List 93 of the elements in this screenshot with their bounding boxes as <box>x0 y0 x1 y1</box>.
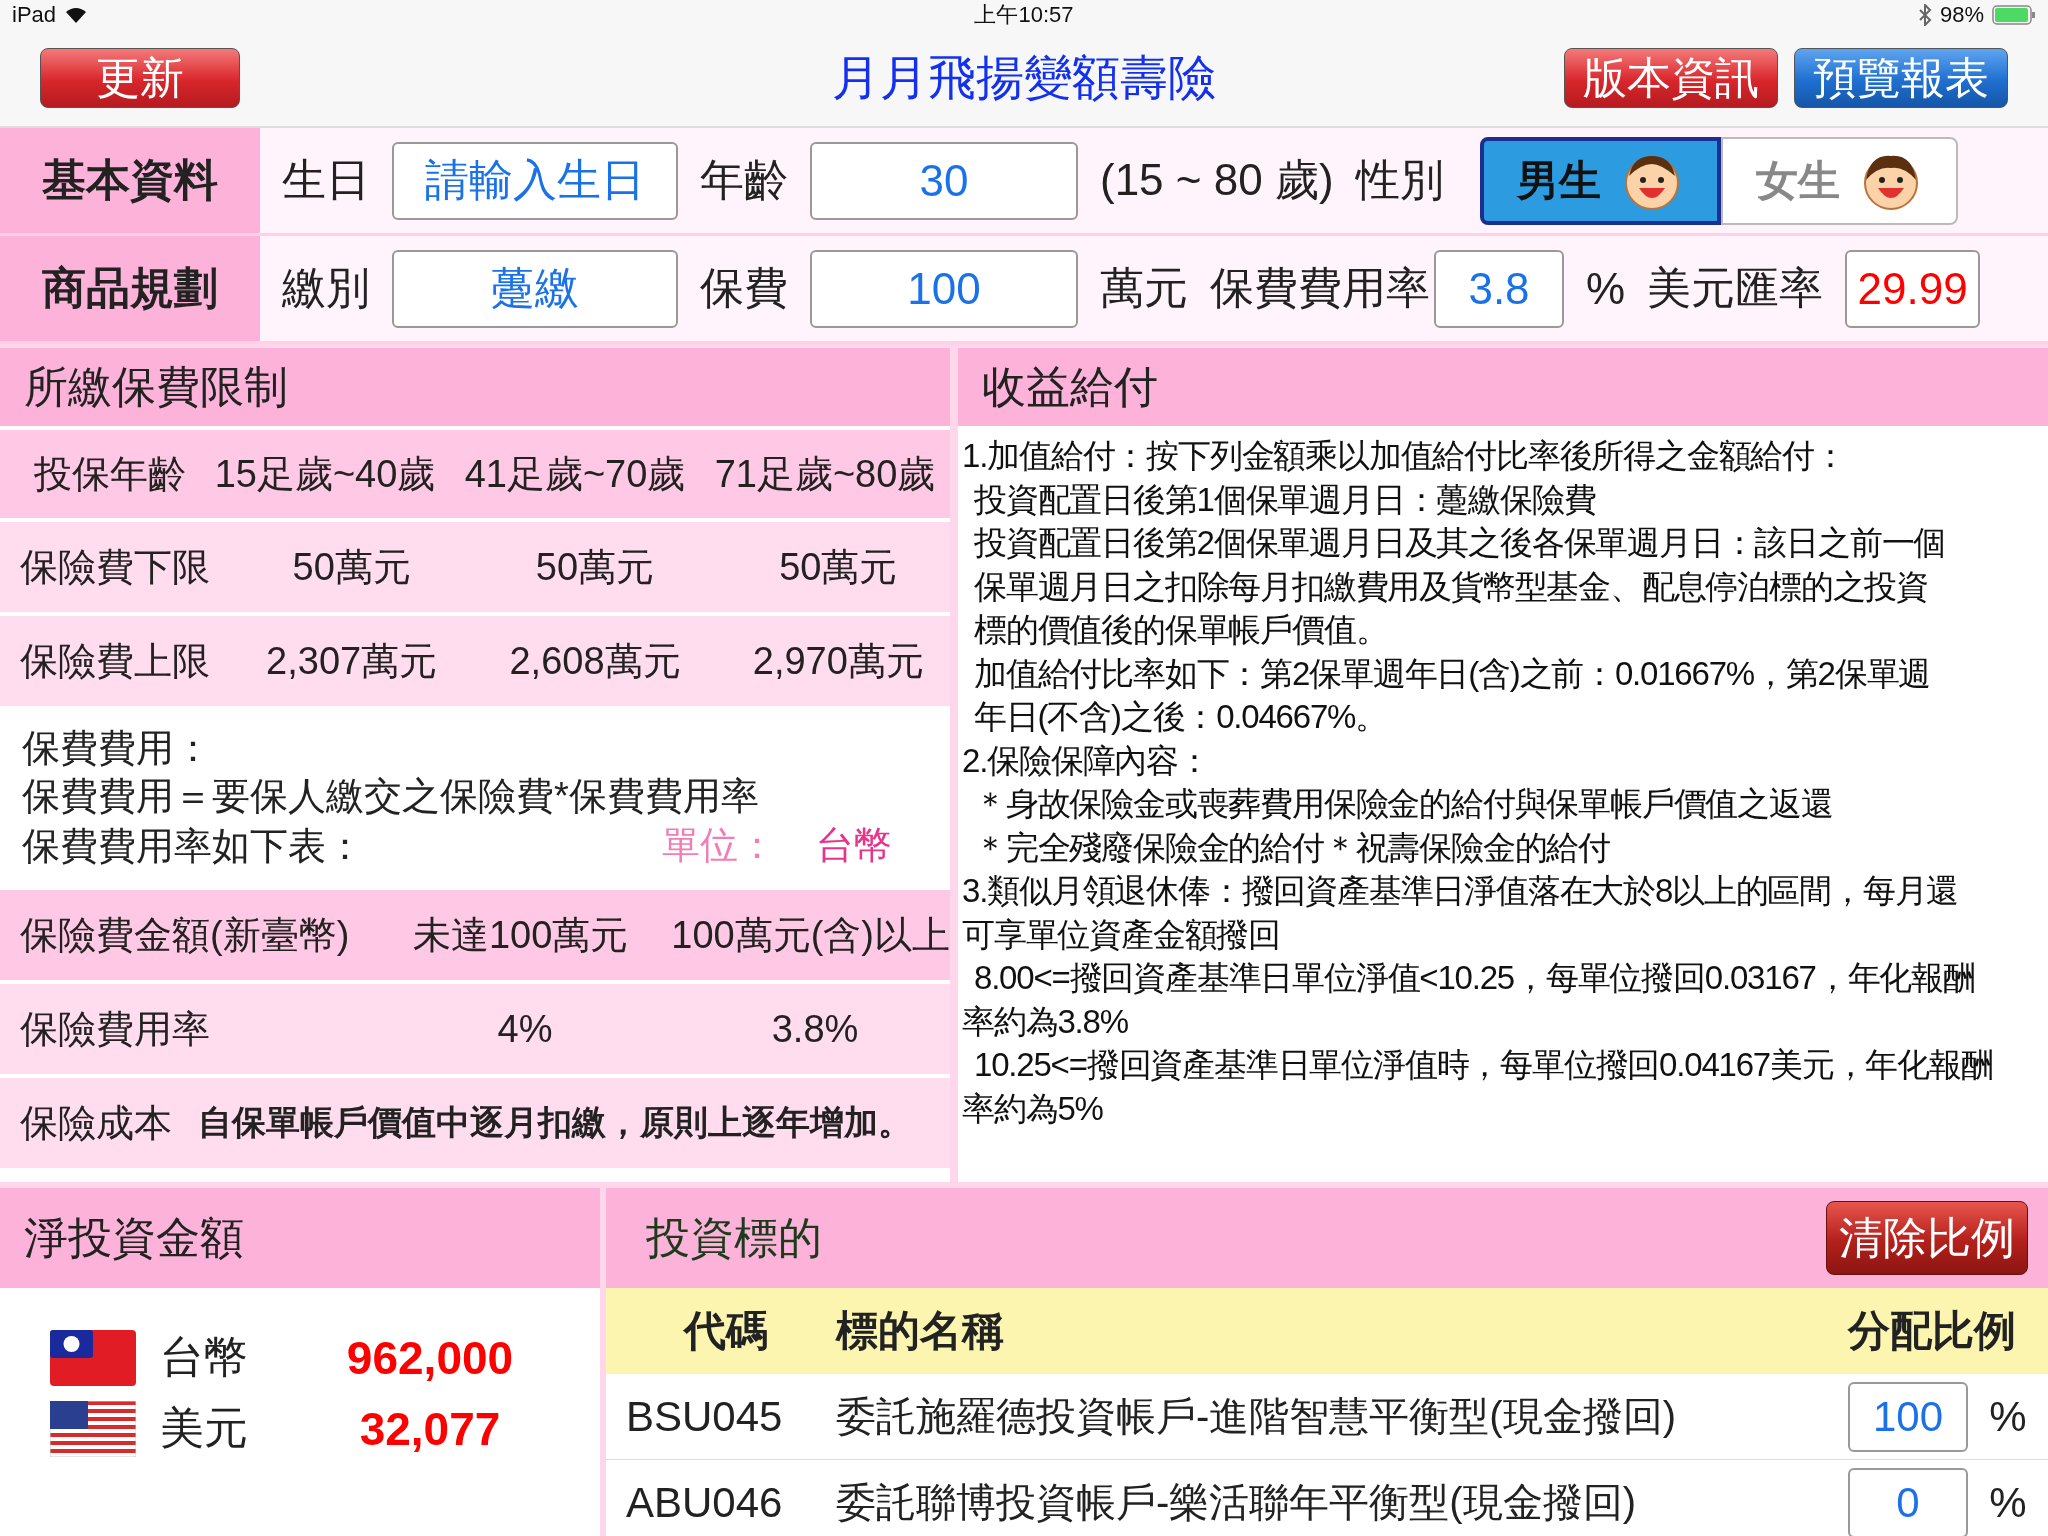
benefit-text: 8.00<=撥回資產基準日單位淨值<10.25，每單位撥回0.03167，年化報酬 <box>973 958 1976 998</box>
flag-icon <box>50 1400 136 1457</box>
ratio-field[interactable]: 0 <box>1848 1467 1968 1536</box>
benefit-text: 1.加值給付：按下列金額乘以加值給付比率後所得之金額給付： <box>962 436 1847 476</box>
benefit-text: 投資配置日後第2個保單週月日及其之後各保單週月日：該日之前一個 <box>973 523 1947 563</box>
note-text: 保費費用： <box>22 726 213 771</box>
benefit-text: 投資配置日後第1個保單週月日：躉繳保險費 <box>973 479 1597 520</box>
bluetooth-icon <box>1917 4 1932 26</box>
nav-button[interactable]: 預覽報表 <box>1794 48 2008 108</box>
benefit-text: 2.保險保障內容： <box>962 740 1211 781</box>
field-label: 保費費用率 <box>1210 262 1430 314</box>
exchange-rate-field[interactable]: 29.99 <box>1845 249 1981 328</box>
field-label: 繳別 <box>282 262 370 314</box>
section-title: 投資標的 <box>646 1211 822 1264</box>
table-cell-text: 2,970萬元 <box>751 638 925 684</box>
field-label: 性別 <box>1355 154 1444 206</box>
table-cell-text: 41足歲~70歲 <box>463 451 687 497</box>
table-cell-text: 自保單帳戶價值中逐月扣繳，原則上逐年增加。 <box>197 1102 913 1143</box>
table-cell-text: 未達100萬元 <box>411 912 630 958</box>
section-header: 所繳保費限制 <box>0 348 950 426</box>
premium-field[interactable]: 100 <box>810 249 1078 328</box>
benefit-text: 加值給付比率如下：第2保單週年日(含)之前：0.01667%，第2保單週 <box>973 653 1932 694</box>
amount-value: 32,077 <box>358 1401 502 1456</box>
wifi-icon <box>64 6 89 24</box>
payment-field[interactable]: 躉繳 <box>392 249 678 328</box>
table-cell-text: 投保年齡 <box>33 451 187 497</box>
column-header: 分配比例 <box>1848 1306 2017 1356</box>
unit-text: % <box>1586 263 1626 314</box>
unit-value: 台幣 <box>816 823 892 868</box>
benefit-text: 10.25<=撥回資產基準日單位淨值時，每單位撥回0.04167美元，年化報酬 <box>973 1045 1994 1085</box>
table-cell-text: 2,307萬元 <box>265 638 439 684</box>
battery-percent: 98% <box>1939 2 1984 28</box>
section-header: 收益給付 <box>958 348 2048 426</box>
age-range-text: (15 ~ 80 歲) <box>1100 154 1334 206</box>
gender-option[interactable]: 男生 <box>1479 136 1721 225</box>
table-cell-text: 100萬元(含)以上 <box>670 912 950 958</box>
table-cell-text: 50萬元 <box>534 544 656 590</box>
table-cell-text: 委託聯博投資帳戶-樂活聯年平衡型(現金撥回) <box>835 1479 1637 1526</box>
note-text: 保費費用率如下表： <box>22 823 365 869</box>
amount-value: 962,000 <box>345 1330 515 1385</box>
field-label: 生日 <box>282 154 370 206</box>
gender-option[interactable]: 女生 <box>1720 136 1958 225</box>
benefit-text: 率約為5% <box>962 1088 1104 1129</box>
nav-button[interactable]: 版本資訊 <box>1564 48 1778 108</box>
clear-ratio-button[interactable]: 清除比例 <box>1826 1201 2028 1275</box>
refresh-button[interactable]: 更新 <box>40 48 240 108</box>
table-cell-text: 保險費金額(新臺幣) <box>19 912 351 958</box>
table-cell-text: 保險成本 <box>19 1100 173 1146</box>
clock-time: 上午10:57 <box>974 1 1074 29</box>
column-header: 代碼 <box>682 1306 769 1356</box>
device-name: iPad <box>12 2 57 28</box>
benefit-text: 年日(不含)之後：0.04667%。 <box>973 697 1388 737</box>
benefit-text: 標的價值後的保單帳戶價值。 <box>973 610 1389 650</box>
age-field[interactable]: 30 <box>810 141 1078 220</box>
section-label: 基本資料 <box>0 128 260 233</box>
section-title: 淨投資金額 <box>24 1211 244 1264</box>
field-label: 保費 <box>700 262 788 314</box>
field-label: 美元匯率 <box>1647 262 1824 314</box>
table-cell-text: 50萬元 <box>778 544 899 590</box>
table-cell-text: 保險費上限 <box>19 638 211 684</box>
table-cell-text: 保險費下限 <box>19 544 211 590</box>
table-cell-text: 2,608萬元 <box>508 638 682 684</box>
benefit-text: ＊完全殘廢保險金的給付＊祝壽保險金的給付 <box>973 827 1611 868</box>
table-cell-text: 4% <box>496 1007 554 1051</box>
table-cell-text: ABU046 <box>626 1478 784 1527</box>
currency-label: 美元 <box>160 1402 249 1454</box>
app-title: 月月飛揚變額壽險 <box>832 50 1216 106</box>
birthday-field[interactable]: 請輸入生日 <box>392 141 678 220</box>
section-label: 商品規劃 <box>0 236 260 341</box>
column-header: 標的名稱 <box>834 1306 1005 1356</box>
note-text: 保費費用＝要保人繳交之保險費*保費費用率 <box>22 774 760 819</box>
unit-text: 萬元 <box>1100 262 1188 314</box>
ratio-field[interactable]: 100 <box>1848 1381 1968 1452</box>
percent-sign: % <box>1988 1478 2028 1527</box>
unit-label: 單位： <box>662 823 776 868</box>
table-cell-text: BSU045 <box>626 1392 784 1441</box>
table-cell-text: 3.8% <box>770 1007 860 1051</box>
fee-rate-field[interactable]: 3.8 <box>1434 249 1564 328</box>
benefit-text: 3.類似月領退休俸：撥回資產基準日淨值落在大於8以上的區間，每月還 <box>962 871 1960 911</box>
flag-icon <box>50 1329 136 1386</box>
currency-label: 台幣 <box>160 1331 249 1383</box>
table-cell-text: 保險費用率 <box>19 1006 211 1052</box>
benefit-text: ＊身故保險金或喪葬費用保險金的給付與保單帳戶價值之返還 <box>973 784 1834 824</box>
battery-icon <box>1992 5 2036 25</box>
table-cell-text: 71足歲~80歲 <box>713 451 937 497</box>
benefit-text: 率約為3.8% <box>962 1001 1129 1042</box>
percent-sign: % <box>1988 1392 2028 1441</box>
benefit-text: 保單週月日之扣除每月扣繳費用及貨幣型基金、配息停泊標的之投資 <box>973 566 1929 607</box>
table-cell-text: 15足歲~40歲 <box>213 451 437 497</box>
table-cell-text: 50萬元 <box>291 544 412 590</box>
field-label: 年齡 <box>700 154 788 206</box>
table-cell-text: 委託施羅德投資帳戶-進階智慧平衡型(現金撥回) <box>835 1393 1677 1440</box>
benefit-text: 可享單位資產金額撥回 <box>962 914 1281 955</box>
